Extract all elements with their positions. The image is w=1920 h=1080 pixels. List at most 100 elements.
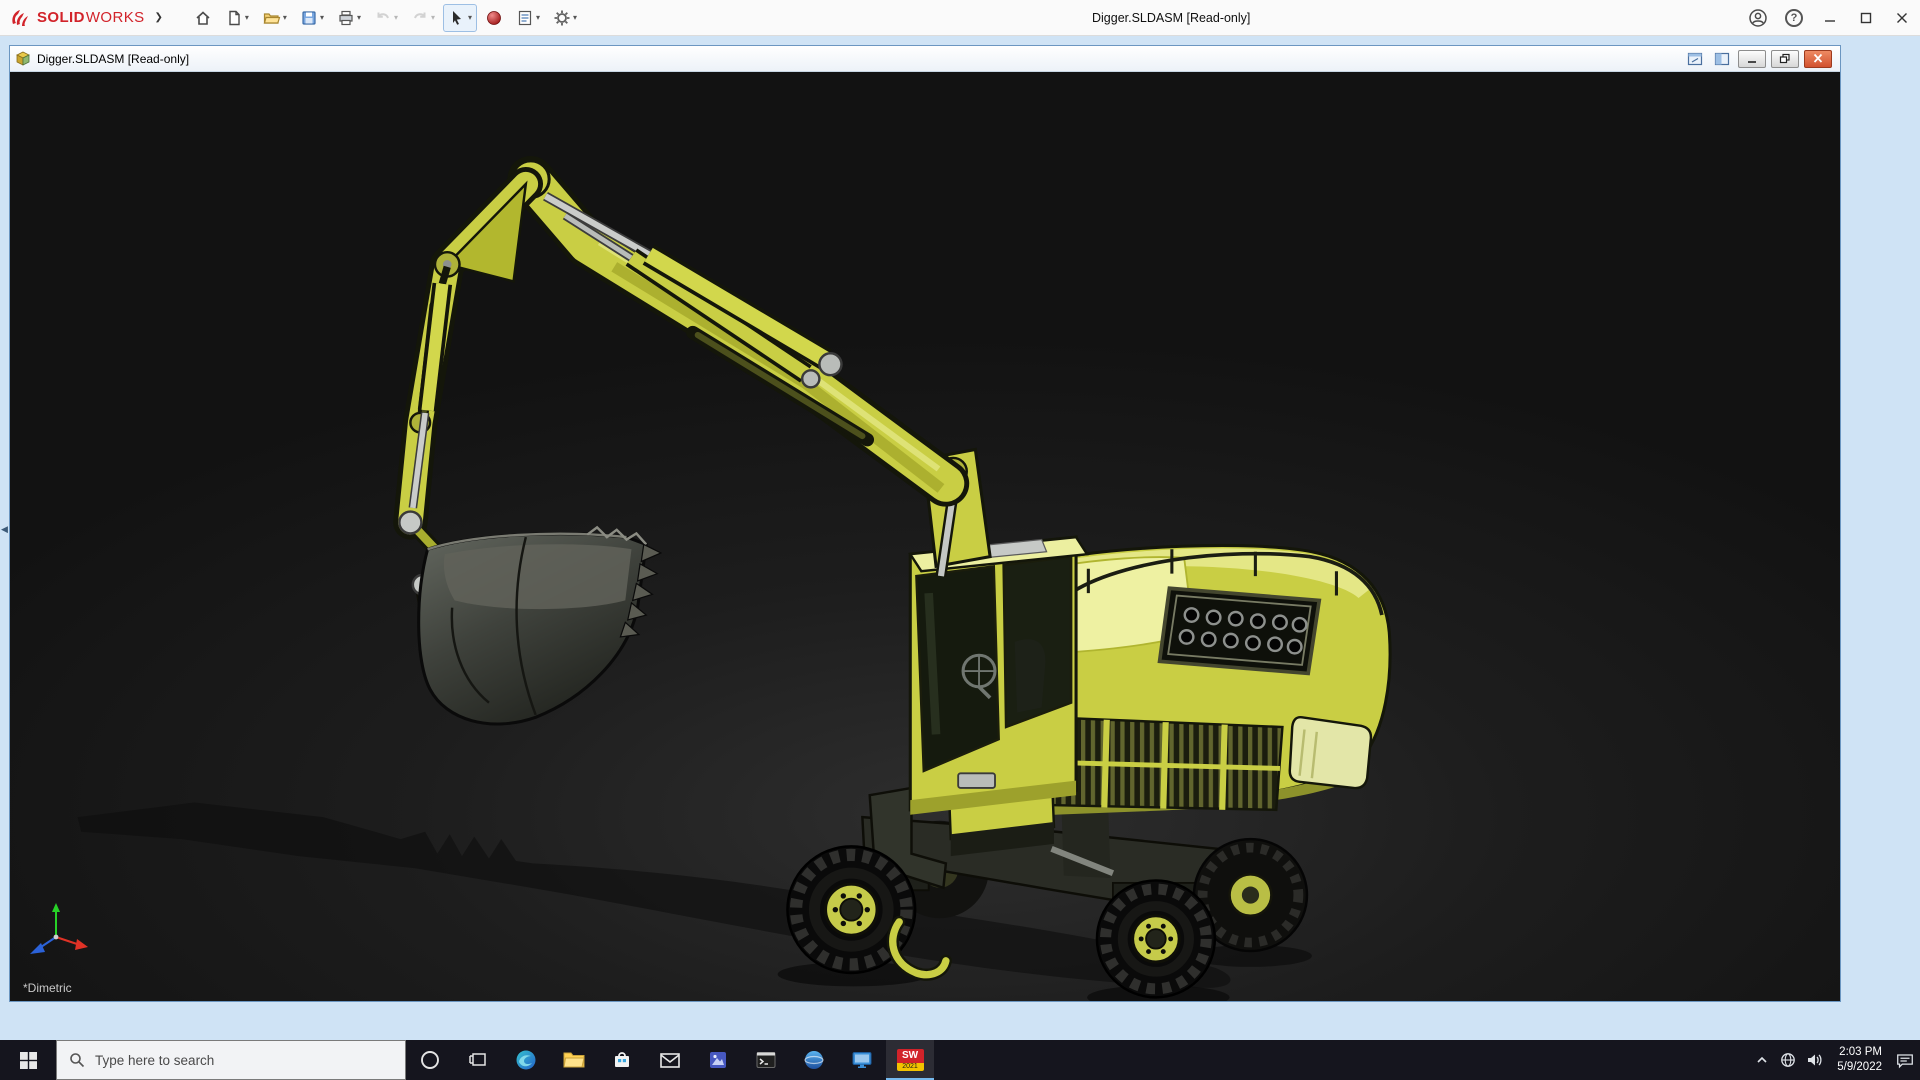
home-button[interactable] bbox=[189, 4, 217, 32]
window-layout-button-1[interactable] bbox=[1684, 50, 1706, 68]
edrawings-sphere-icon bbox=[804, 1051, 824, 1069]
brand-text-works: WORKS bbox=[85, 9, 145, 26]
engine-vent-panel bbox=[1157, 586, 1322, 676]
view-orientation-label: *Dimetric bbox=[23, 981, 72, 995]
document-close-button[interactable] bbox=[1804, 49, 1832, 68]
orientation-triad[interactable] bbox=[26, 901, 90, 957]
windows-logo-icon bbox=[19, 1051, 37, 1069]
taskbar-app-mail[interactable] bbox=[646, 1040, 694, 1080]
dropdown-caret[interactable]: ▾ bbox=[431, 13, 435, 22]
close-icon bbox=[1897, 12, 1907, 23]
app-titlebar[interactable]: SOLID WORKS ❯ ▾ ▾ ▾ ▾ ▾ ▾ ▾ ▾ ▾ Digger.S… bbox=[0, 0, 1920, 36]
redo-icon bbox=[414, 12, 426, 18]
document-restore-button[interactable] bbox=[1771, 49, 1799, 68]
document-minimize-button[interactable] bbox=[1738, 49, 1766, 68]
display-app-icon bbox=[852, 1052, 872, 1068]
taskbar-app-photos[interactable] bbox=[694, 1040, 742, 1080]
redo-button[interactable]: ▾ bbox=[406, 4, 440, 32]
taskbar-app-display[interactable] bbox=[838, 1040, 886, 1080]
taskbar-app-cortana[interactable] bbox=[406, 1040, 454, 1080]
rear-window bbox=[1288, 715, 1373, 790]
system-tray: 2:03 PM 5/9/2022 bbox=[1749, 1040, 1920, 1080]
window-layout-button-2[interactable] bbox=[1711, 50, 1733, 68]
photos-app-icon bbox=[710, 1052, 726, 1068]
wheel-rear-left[interactable] bbox=[1095, 879, 1217, 999]
account-button[interactable] bbox=[1740, 0, 1776, 36]
start-button[interactable] bbox=[0, 1040, 56, 1080]
taskbar-app-edge[interactable] bbox=[502, 1040, 550, 1080]
dropdown-caret[interactable]: ▾ bbox=[245, 13, 249, 22]
taskbar: Type here to search SW 2021 2:03 PM 5/9/… bbox=[0, 1040, 1920, 1080]
taskbar-clock[interactable]: 2:03 PM 5/9/2022 bbox=[1827, 1045, 1892, 1075]
document-window: Digger.SLDASM [Read-only] *Dimetric bbox=[9, 45, 1841, 1002]
assembly-doc-icon bbox=[16, 51, 30, 66]
file-properties-button[interactable]: ▾ bbox=[511, 4, 545, 32]
taskbar-app-file-explorer[interactable] bbox=[550, 1040, 598, 1080]
taskbar-app-edrawings[interactable] bbox=[790, 1040, 838, 1080]
dropdown-caret[interactable]: ▾ bbox=[320, 13, 324, 22]
action-center-button[interactable] bbox=[1892, 1040, 1918, 1080]
new-document-icon bbox=[229, 10, 240, 25]
solidworks-logo-icon bbox=[12, 9, 28, 26]
titlebar-controls: ? bbox=[1740, 0, 1920, 35]
undo-button[interactable]: ▾ bbox=[369, 4, 403, 32]
print-button[interactable]: ▾ bbox=[332, 4, 366, 32]
minimize-window-button[interactable] bbox=[1812, 0, 1848, 36]
mail-icon bbox=[660, 1053, 680, 1068]
solidworks-taskbar-icon: SW 2021 bbox=[896, 1049, 924, 1071]
console-icon bbox=[756, 1052, 776, 1068]
dropdown-caret[interactable]: ▾ bbox=[283, 13, 287, 22]
viewport-3d[interactable]: *Dimetric bbox=[10, 72, 1840, 1001]
maximize-window-button[interactable] bbox=[1848, 0, 1884, 36]
maximize-icon bbox=[1860, 12, 1872, 23]
account-icon bbox=[1749, 8, 1767, 27]
new-document-button[interactable]: ▾ bbox=[220, 4, 254, 32]
clock-time: 2:03 PM bbox=[1839, 1046, 1882, 1058]
dropdown-caret[interactable]: ▾ bbox=[394, 13, 398, 22]
solidworks-logo: SOLID WORKS bbox=[0, 8, 145, 28]
boom-hydraulic-cylinders[interactable] bbox=[543, 191, 843, 389]
volume-button[interactable] bbox=[1801, 1040, 1827, 1080]
excavator-cab[interactable] bbox=[908, 535, 1090, 815]
excavator-3d-model[interactable] bbox=[10, 72, 1840, 1001]
taskbar-search[interactable]: Type here to search bbox=[56, 1040, 406, 1080]
search-icon bbox=[70, 1053, 85, 1068]
save-button[interactable]: ▾ bbox=[295, 4, 329, 32]
help-button[interactable]: ? bbox=[1776, 0, 1812, 36]
brand-text-solid: SOLID bbox=[37, 9, 85, 26]
clock-date: 5/9/2022 bbox=[1837, 1061, 1882, 1073]
action-center-icon bbox=[1897, 1053, 1913, 1068]
dropdown-caret[interactable]: ▾ bbox=[357, 13, 361, 22]
app-workspace: ◀ Digger.SLDASM [Read-only] *Dimetric bbox=[0, 36, 1920, 1040]
options-button[interactable]: ▾ bbox=[548, 4, 582, 32]
select-tool-button[interactable]: ▾ bbox=[443, 3, 478, 32]
excavator-body[interactable] bbox=[1042, 543, 1392, 815]
task-view-icon bbox=[469, 1053, 486, 1066]
save-icon bbox=[302, 10, 316, 25]
taskbar-app-store[interactable] bbox=[598, 1040, 646, 1080]
excavator-bucket[interactable] bbox=[417, 525, 663, 726]
undo-icon bbox=[377, 12, 389, 18]
open-button[interactable]: ▾ bbox=[257, 4, 292, 32]
taskbar-app-solidworks[interactable]: SW 2021 bbox=[886, 1040, 934, 1080]
edge-icon bbox=[516, 1050, 536, 1070]
taskbar-app-console[interactable] bbox=[742, 1040, 790, 1080]
chevron-up-icon bbox=[1757, 1056, 1767, 1063]
appearance-sphere-button[interactable] bbox=[480, 4, 508, 32]
print-icon bbox=[339, 10, 353, 25]
doc-restore-icon bbox=[1779, 53, 1790, 64]
file-explorer-icon bbox=[563, 1052, 585, 1068]
dropdown-caret[interactable]: ▾ bbox=[573, 13, 577, 22]
document-title: Digger.SLDASM [Read-only] bbox=[37, 51, 190, 66]
panel-collapse-arrow[interactable]: ◀ bbox=[1, 524, 8, 535]
menu-expand-arrow[interactable]: ❯ bbox=[155, 12, 163, 23]
tray-expand-button[interactable] bbox=[1749, 1040, 1775, 1080]
cortana-icon bbox=[421, 1051, 439, 1069]
taskbar-app-task-view[interactable] bbox=[454, 1040, 502, 1080]
document-titlebar[interactable]: Digger.SLDASM [Read-only] bbox=[10, 46, 1840, 72]
store-icon bbox=[615, 1052, 629, 1067]
dropdown-caret[interactable]: ▾ bbox=[536, 13, 540, 22]
network-button[interactable] bbox=[1775, 1040, 1801, 1080]
close-window-button[interactable] bbox=[1884, 0, 1920, 36]
dropdown-caret[interactable]: ▾ bbox=[468, 13, 472, 22]
